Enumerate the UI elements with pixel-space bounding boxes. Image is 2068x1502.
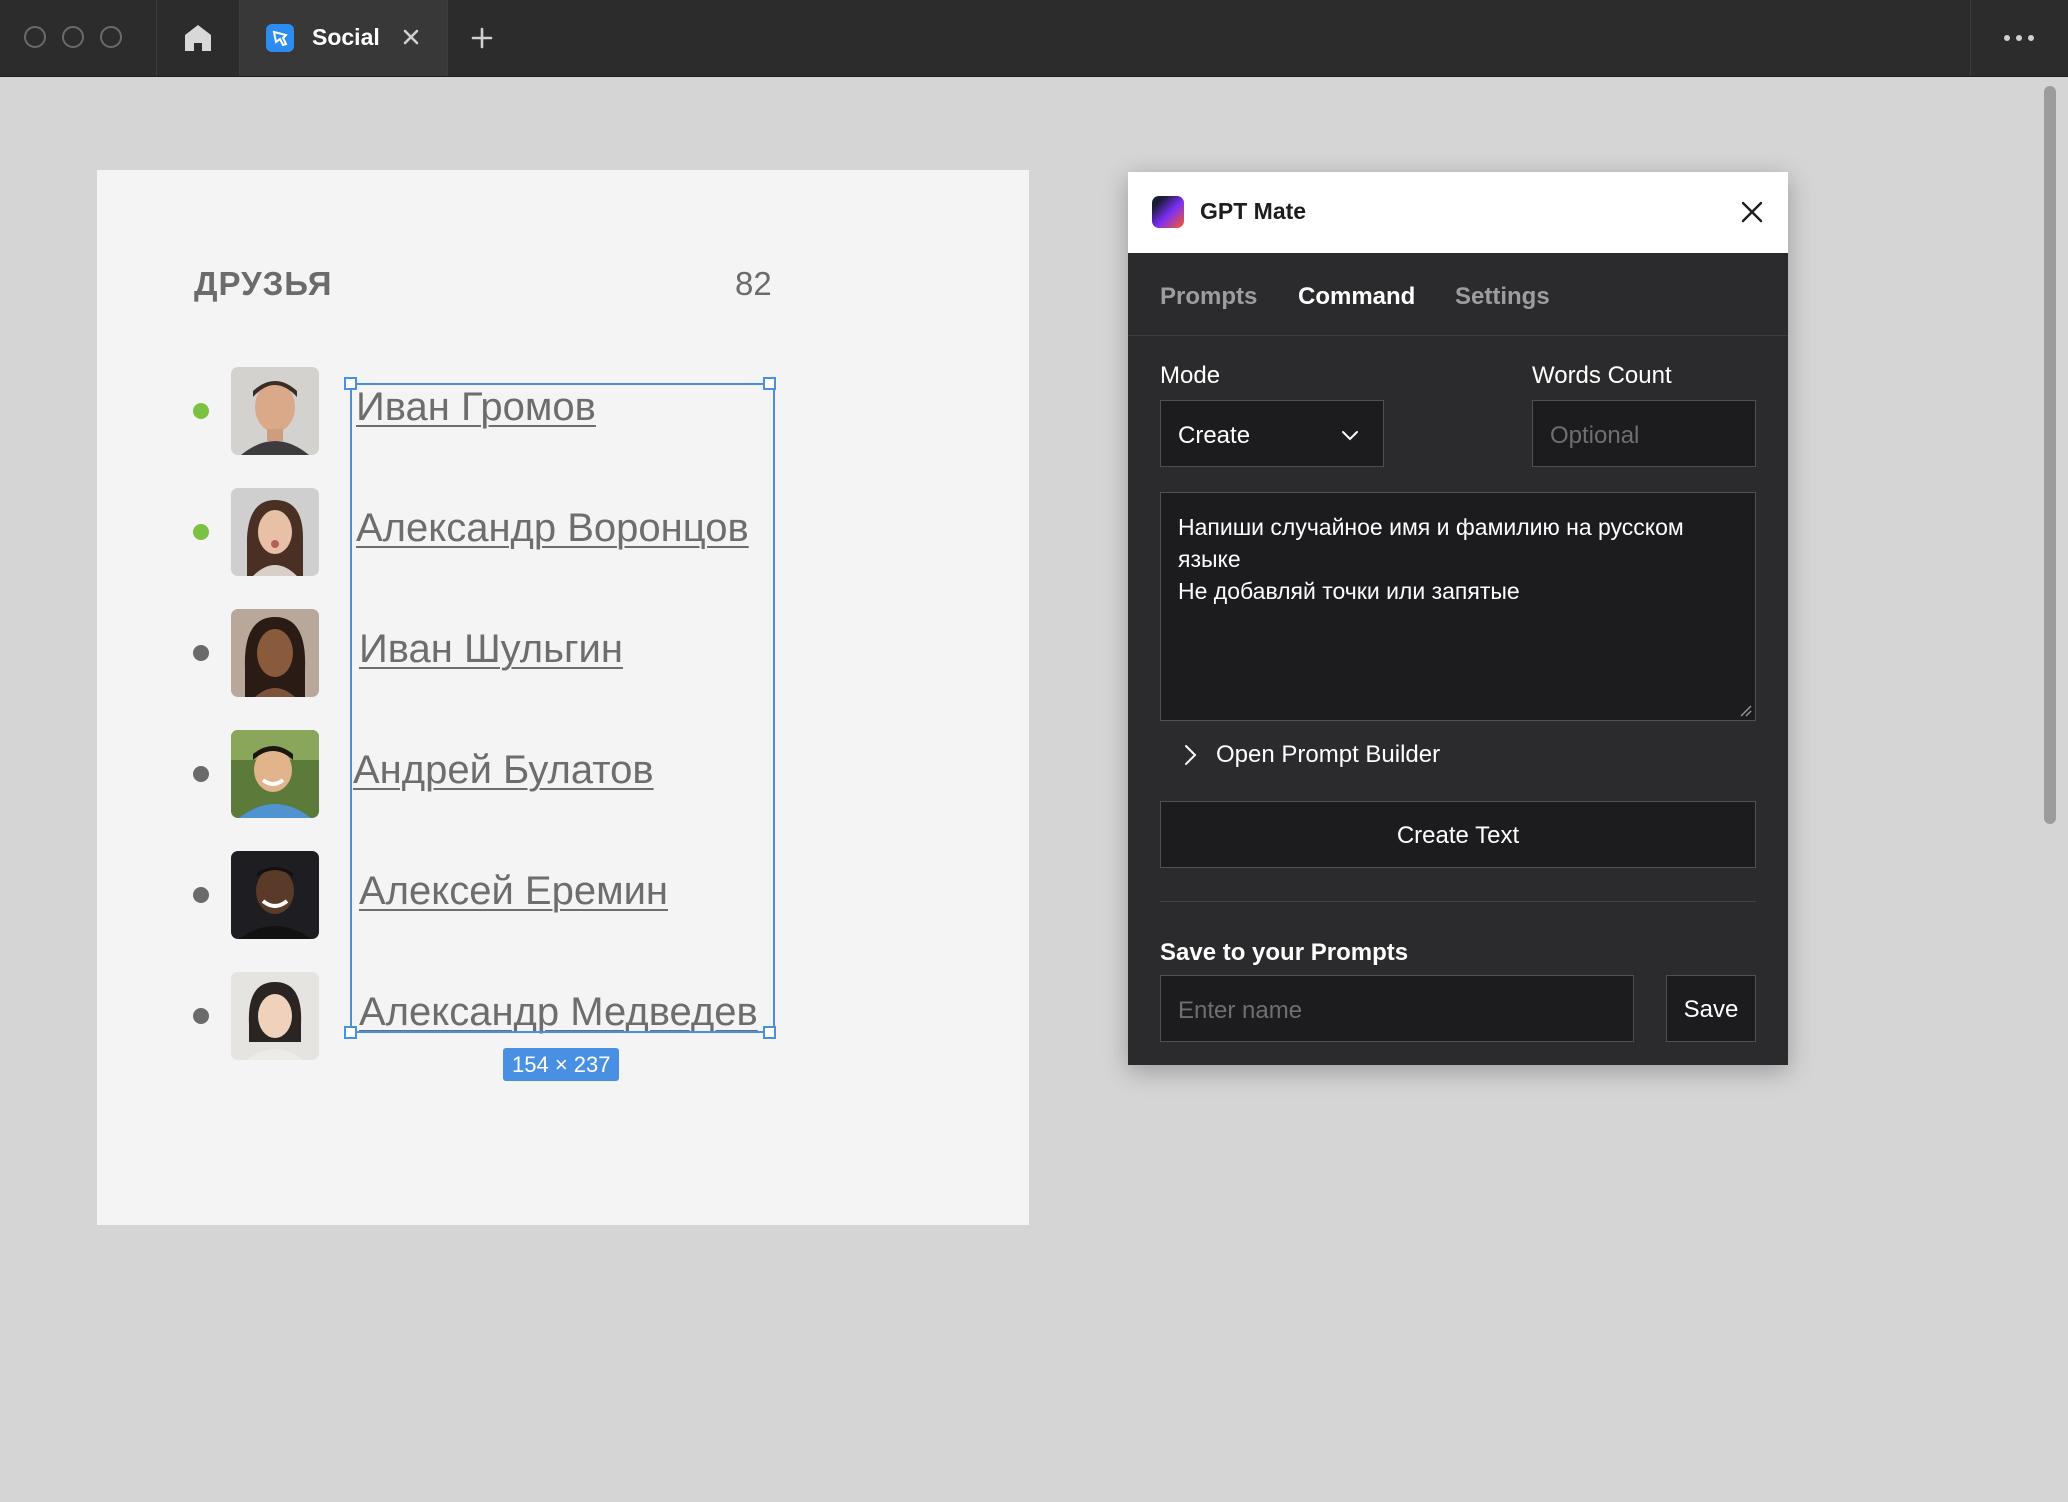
plugin-title: GPT Mate [1200, 198, 1307, 224]
avatar [231, 367, 319, 455]
new-tab-button[interactable] [466, 22, 498, 54]
avatar [231, 730, 319, 818]
design-frame[interactable]: ДРУЗЬЯ 82 Иван Громов Александр Воронцов… [97, 170, 1029, 1225]
words-count-input[interactable]: Optional [1532, 400, 1756, 467]
minimize-window-button[interactable] [62, 26, 84, 48]
open-prompt-builder-label: Open Prompt Builder [1216, 741, 1441, 768]
offline-status-dot [193, 645, 209, 661]
offline-status-dot [193, 887, 209, 903]
divider [156, 0, 157, 76]
avatar [231, 609, 319, 697]
resize-grip-icon[interactable] [1738, 703, 1752, 717]
tab-command[interactable]: Command [1298, 283, 1415, 311]
mode-label: Mode [1160, 362, 1221, 389]
save-prompts-title: Save to your Prompts [1160, 939, 1409, 966]
divider [447, 0, 448, 76]
tab-prompts[interactable]: Prompts [1160, 283, 1257, 311]
vertical-scrollbar[interactable] [2044, 86, 2056, 824]
offline-status-dot [193, 1008, 209, 1024]
close-icon[interactable] [1736, 196, 1768, 228]
resize-handle[interactable] [344, 377, 357, 390]
prompt-name-input[interactable]: Enter name [1160, 975, 1634, 1042]
words-count-label: Words Count [1532, 362, 1672, 389]
file-icon [266, 24, 294, 52]
close-window-button[interactable] [24, 26, 46, 48]
chevron-down-icon [1342, 431, 1358, 441]
friends-title: ДРУЗЬЯ [194, 265, 333, 302]
tab-label: Social [312, 24, 380, 50]
offline-status-dot [193, 766, 209, 782]
avatar [231, 972, 319, 1060]
online-status-dot [193, 403, 209, 419]
gpt-mate-logo-icon [1152, 196, 1184, 228]
create-text-label: Create Text [1396, 822, 1520, 849]
close-tab-icon[interactable] [396, 22, 426, 52]
resize-handle[interactable] [763, 1026, 776, 1039]
plus-icon [471, 27, 493, 49]
online-status-dot [193, 524, 209, 540]
words-count-placeholder: Optional [1550, 422, 1640, 449]
save-button[interactable]: Save [1666, 975, 1756, 1042]
resize-handle[interactable] [344, 1026, 357, 1039]
divider [1970, 0, 1971, 76]
tab-social[interactable]: Social [240, 0, 447, 76]
avatar [231, 488, 319, 576]
resize-handle[interactable] [763, 377, 776, 390]
home-icon [185, 25, 211, 51]
window-controls [24, 26, 122, 48]
divider [1160, 901, 1756, 902]
selection-size-badge: 154 × 237 [503, 1048, 620, 1081]
title-bar: Social [0, 0, 2068, 77]
plugin-header: GPT Mate [1128, 172, 1788, 253]
selection-box[interactable] [350, 383, 775, 1033]
friends-count: 82 [735, 265, 772, 302]
create-text-button[interactable]: Create Text [1160, 801, 1756, 868]
save-button-label: Save [1683, 996, 1739, 1023]
prompt-text: Напиши случайное имя и фамилию на русско… [1178, 514, 1684, 604]
mode-select[interactable]: Create [1160, 400, 1384, 467]
more-menu-button[interactable] [1996, 24, 2042, 52]
home-button[interactable] [174, 20, 222, 56]
mode-select-value: Create [1178, 422, 1251, 449]
chevron-right-icon [1185, 745, 1197, 765]
tab-settings[interactable]: Settings [1455, 283, 1550, 311]
maximize-window-button[interactable] [100, 26, 122, 48]
plugin-tabs: Prompts Command Settings [1128, 253, 1788, 336]
gpt-mate-panel: GPT Mate Prompts Command Settings Mode W… [1128, 172, 1788, 1065]
prompt-textarea[interactable]: Напиши случайное имя и фамилию на русско… [1160, 492, 1756, 721]
more-icon [2004, 35, 2034, 41]
avatar [231, 851, 319, 939]
prompt-name-placeholder: Enter name [1178, 997, 1303, 1024]
